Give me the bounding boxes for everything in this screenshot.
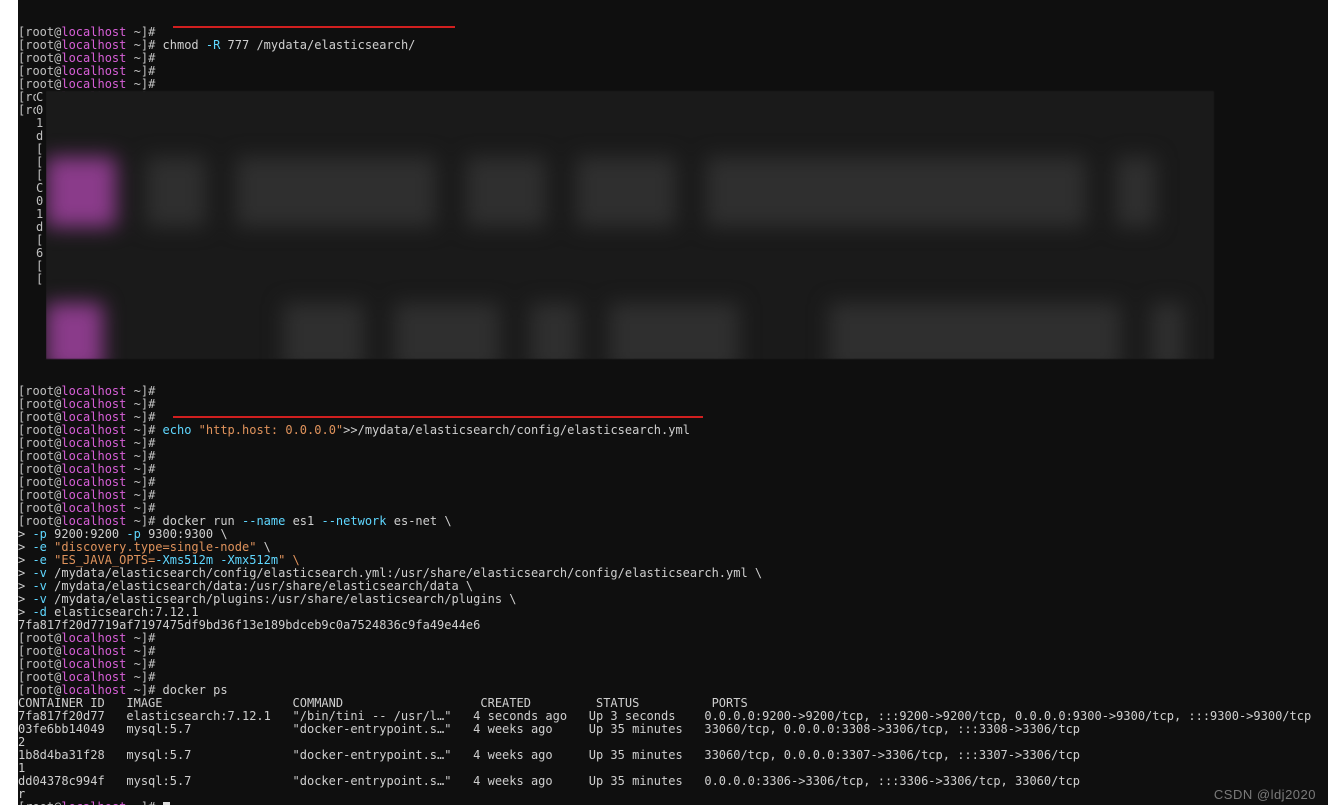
prompt-line: [root@localhost ~]# bbox=[18, 658, 1328, 671]
blurred-region bbox=[46, 91, 1214, 359]
prompt-line: [root@localhost ~]# bbox=[18, 437, 1328, 450]
prompt-line: [root@localhost ~]# bbox=[18, 645, 1328, 658]
docker-ps-row: 03fe6bb14049 mysql:5.7 "docker-entrypoin… bbox=[18, 723, 1328, 736]
prompt-line: [root@localhost ~]# bbox=[18, 385, 1328, 398]
prompt-line: [root@localhost ~]# bbox=[18, 476, 1328, 489]
cmd-docker-run-cont: > -v /mydata/elasticsearch/plugins:/usr/… bbox=[18, 593, 1328, 606]
prompt-line-active[interactable]: [root@localhost ~]# bbox=[18, 801, 1328, 805]
prompt-line: [root@localhost ~]# bbox=[18, 52, 1328, 65]
prompt-line: [root@localhost ~]# bbox=[18, 78, 1328, 91]
prompt-line: [root@localhost ~]# bbox=[18, 489, 1328, 502]
watermark-text: CSDN @ldj2020 bbox=[1214, 788, 1316, 801]
prompt-line: [root@localhost ~]# bbox=[18, 463, 1328, 476]
blurred-region-left-edge: C 0 1 d [ [ [ C 0 1 d [ 6 [ [ bbox=[36, 91, 46, 359]
red-underline-1 bbox=[173, 26, 455, 28]
docker-ps-row: 1b8d4ba31f28 mysql:5.7 "docker-entrypoin… bbox=[18, 749, 1328, 762]
prompt-line: [root@localhost ~]# bbox=[18, 398, 1328, 411]
cmd-chmod: [root@localhost ~]# chmod -R 777 /mydata… bbox=[18, 39, 1328, 52]
docker-run-output: 7fa817f20d7719af7197475df9bd36f13e189bdc… bbox=[18, 619, 1328, 632]
docker-ps-row: r bbox=[18, 788, 1328, 801]
red-underline-2 bbox=[173, 416, 703, 418]
prompt-line: [root@localhost ~]# bbox=[18, 632, 1328, 645]
prompt-line: [root@localhost ~]# bbox=[18, 450, 1328, 463]
cmd-echo: [root@localhost ~]# echo "http.host: 0.0… bbox=[18, 424, 1328, 437]
docker-ps-row: dd04378c994f mysql:5.7 "docker-entrypoin… bbox=[18, 775, 1328, 788]
terminal-window[interactable]: [root@localhost ~]# [root@localhost ~]# … bbox=[18, 0, 1328, 805]
prompt-line: [root@localhost ~]# bbox=[18, 65, 1328, 78]
